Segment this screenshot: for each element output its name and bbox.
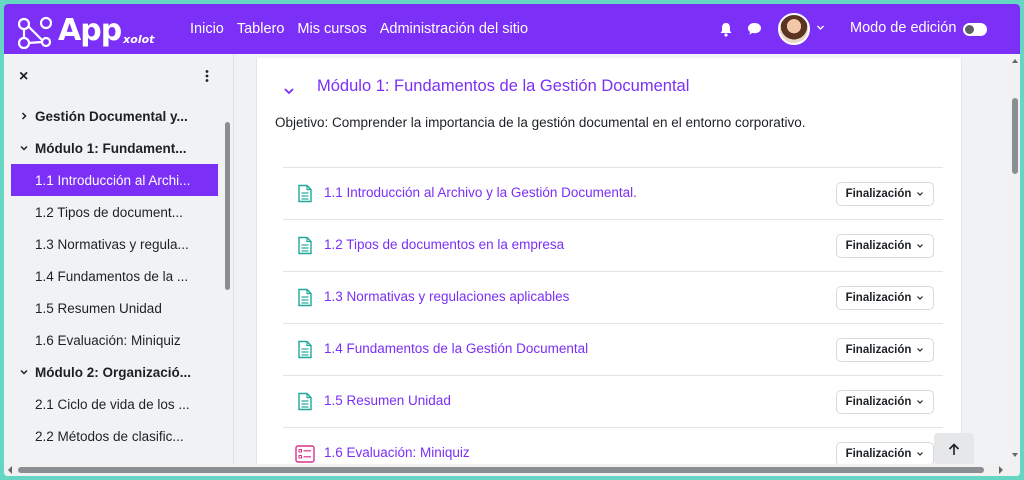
nav-link-administracion[interactable]: Administración del sitio	[380, 21, 528, 37]
kebab-menu-icon[interactable]	[204, 69, 210, 83]
course-section-card: Módulo 1: Fundamentos de la Gestión Docu…	[256, 58, 962, 468]
activity-row: 1.3 Normativas y regulaciones aplicables…	[283, 271, 943, 323]
nav-link-inicio[interactable]: Inicio	[190, 21, 224, 37]
close-drawer-button[interactable]: ×	[19, 68, 28, 86]
page-icon	[298, 236, 312, 255]
quiz-icon	[295, 445, 315, 463]
sidebar-item-1-2[interactable]: 1.2 Tipos de document...	[11, 196, 218, 228]
sidebar-section-modulo-2[interactable]: Módulo 2: Organizació...	[11, 356, 218, 388]
course-index-drawer: × Gestión Documental y... Módulo 1: Fund…	[4, 54, 234, 464]
chevron-down-icon	[917, 244, 924, 248]
browser-window: App xolot Inicio Tablero Mis cursos Admi…	[4, 4, 1020, 476]
sidebar-item-1-3[interactable]: 1.3 Normativas y regula...	[11, 228, 218, 260]
sidebar-item-2-1[interactable]: 2.1 Ciclo de vida de los ...	[11, 388, 218, 420]
activity-link[interactable]: 1.6 Evaluación: Miniquiz	[324, 445, 470, 460]
nav-link-mis-cursos[interactable]: Mis cursos	[297, 21, 366, 37]
page-icon	[298, 392, 312, 411]
completion-dropdown[interactable]: Finalización	[836, 182, 934, 206]
chevron-down-icon	[917, 192, 924, 196]
chevron-down-icon	[917, 452, 924, 456]
page-icon	[298, 288, 312, 307]
chevron-down-icon	[917, 348, 924, 352]
bell-icon[interactable]	[719, 22, 733, 37]
completion-dropdown[interactable]: Finalización	[836, 234, 934, 258]
completion-dropdown[interactable]: Finalización	[836, 390, 934, 414]
activity-row: 1.2 Tipos de documentos en la empresa Fi…	[283, 219, 943, 271]
activity-link[interactable]: 1.1 Introducción al Archivo y la Gestión…	[324, 185, 637, 200]
activity-row: 1.5 Resumen Unidad Finalización	[283, 375, 943, 427]
page-icon	[298, 340, 312, 359]
page-icon	[298, 184, 312, 203]
activity-link[interactable]: 1.3 Normativas y regulaciones aplicables	[324, 289, 569, 304]
sidebar-section-modulo-1[interactable]: Módulo 1: Fundament...	[11, 132, 218, 164]
page-vertical-scrollbar[interactable]	[1010, 54, 1020, 464]
page-horizontal-scrollbar[interactable]	[4, 464, 1020, 476]
sidebar-item-1-4[interactable]: 1.4 Fundamentos de la ...	[11, 260, 218, 292]
sidebar-item-1-5[interactable]: 1.5 Resumen Unidad	[11, 292, 218, 324]
scroll-right-icon[interactable]	[998, 466, 1004, 474]
activity-link[interactable]: 1.2 Tipos de documentos en la empresa	[324, 237, 564, 252]
scroll-up-icon[interactable]	[1012, 58, 1018, 64]
main-content: Módulo 1: Fundamentos de la Gestión Docu…	[234, 54, 1010, 468]
chevron-down-icon[interactable]	[816, 23, 825, 32]
collapse-chevron-icon[interactable]	[283, 86, 295, 96]
edit-mode-label: Modo de edición	[850, 20, 957, 36]
back-to-top-button[interactable]	[934, 433, 974, 465]
drawer-header: ×	[4, 54, 234, 100]
chevron-down-icon	[20, 369, 28, 375]
scroll-down-icon[interactable]	[1012, 452, 1018, 458]
completion-dropdown[interactable]: Finalización	[836, 442, 934, 466]
sidebar-item-1-1[interactable]: 1.1 Introducción al Archi...	[11, 164, 218, 196]
top-navbar: App xolot Inicio Tablero Mis cursos Admi…	[4, 4, 1020, 54]
chevron-right-icon	[21, 112, 27, 120]
horizontal-scroll-thumb[interactable]	[18, 467, 984, 473]
completion-dropdown[interactable]: Finalización	[836, 338, 934, 362]
chevron-down-icon	[917, 400, 924, 404]
sidebar-scrollbar[interactable]	[225, 122, 230, 290]
chat-icon[interactable]	[747, 22, 762, 36]
site-logo[interactable]: App xolot	[16, 8, 154, 50]
sidebar-item-2-2[interactable]: 2.2 Métodos de clasific...	[11, 420, 218, 452]
edit-mode-toggle[interactable]	[963, 23, 987, 36]
chevron-down-icon	[20, 145, 28, 151]
logo-sub-text: xolot	[123, 33, 155, 46]
sidebar-item-1-6[interactable]: 1.6 Evaluación: Miniquiz	[11, 324, 218, 356]
activity-link[interactable]: 1.4 Fundamentos de la Gestión Documental	[324, 341, 588, 356]
scroll-left-icon[interactable]	[7, 466, 13, 474]
logo-app-text: App	[58, 13, 122, 48]
arrow-up-icon	[948, 442, 960, 455]
molecule-logo-icon	[17, 16, 53, 50]
module-objective: Objetivo: Comprender la importancia de l…	[275, 115, 806, 130]
primary-navigation: Inicio Tablero Mis cursos Administración…	[190, 4, 541, 54]
nav-link-tablero[interactable]: Tablero	[237, 21, 285, 37]
completion-dropdown[interactable]: Finalización	[836, 286, 934, 310]
activity-row: 1.4 Fundamentos de la Gestión Documental…	[283, 323, 943, 375]
activity-link[interactable]: 1.5 Resumen Unidad	[324, 393, 451, 408]
chevron-down-icon	[917, 296, 924, 300]
user-avatar[interactable]	[778, 13, 810, 45]
activity-row: 1.1 Introducción al Archivo y la Gestión…	[283, 167, 943, 219]
sidebar-section-general[interactable]: Gestión Documental y...	[11, 100, 218, 132]
vertical-scroll-thumb[interactable]	[1012, 98, 1018, 174]
module-title[interactable]: Módulo 1: Fundamentos de la Gestión Docu…	[317, 77, 689, 96]
